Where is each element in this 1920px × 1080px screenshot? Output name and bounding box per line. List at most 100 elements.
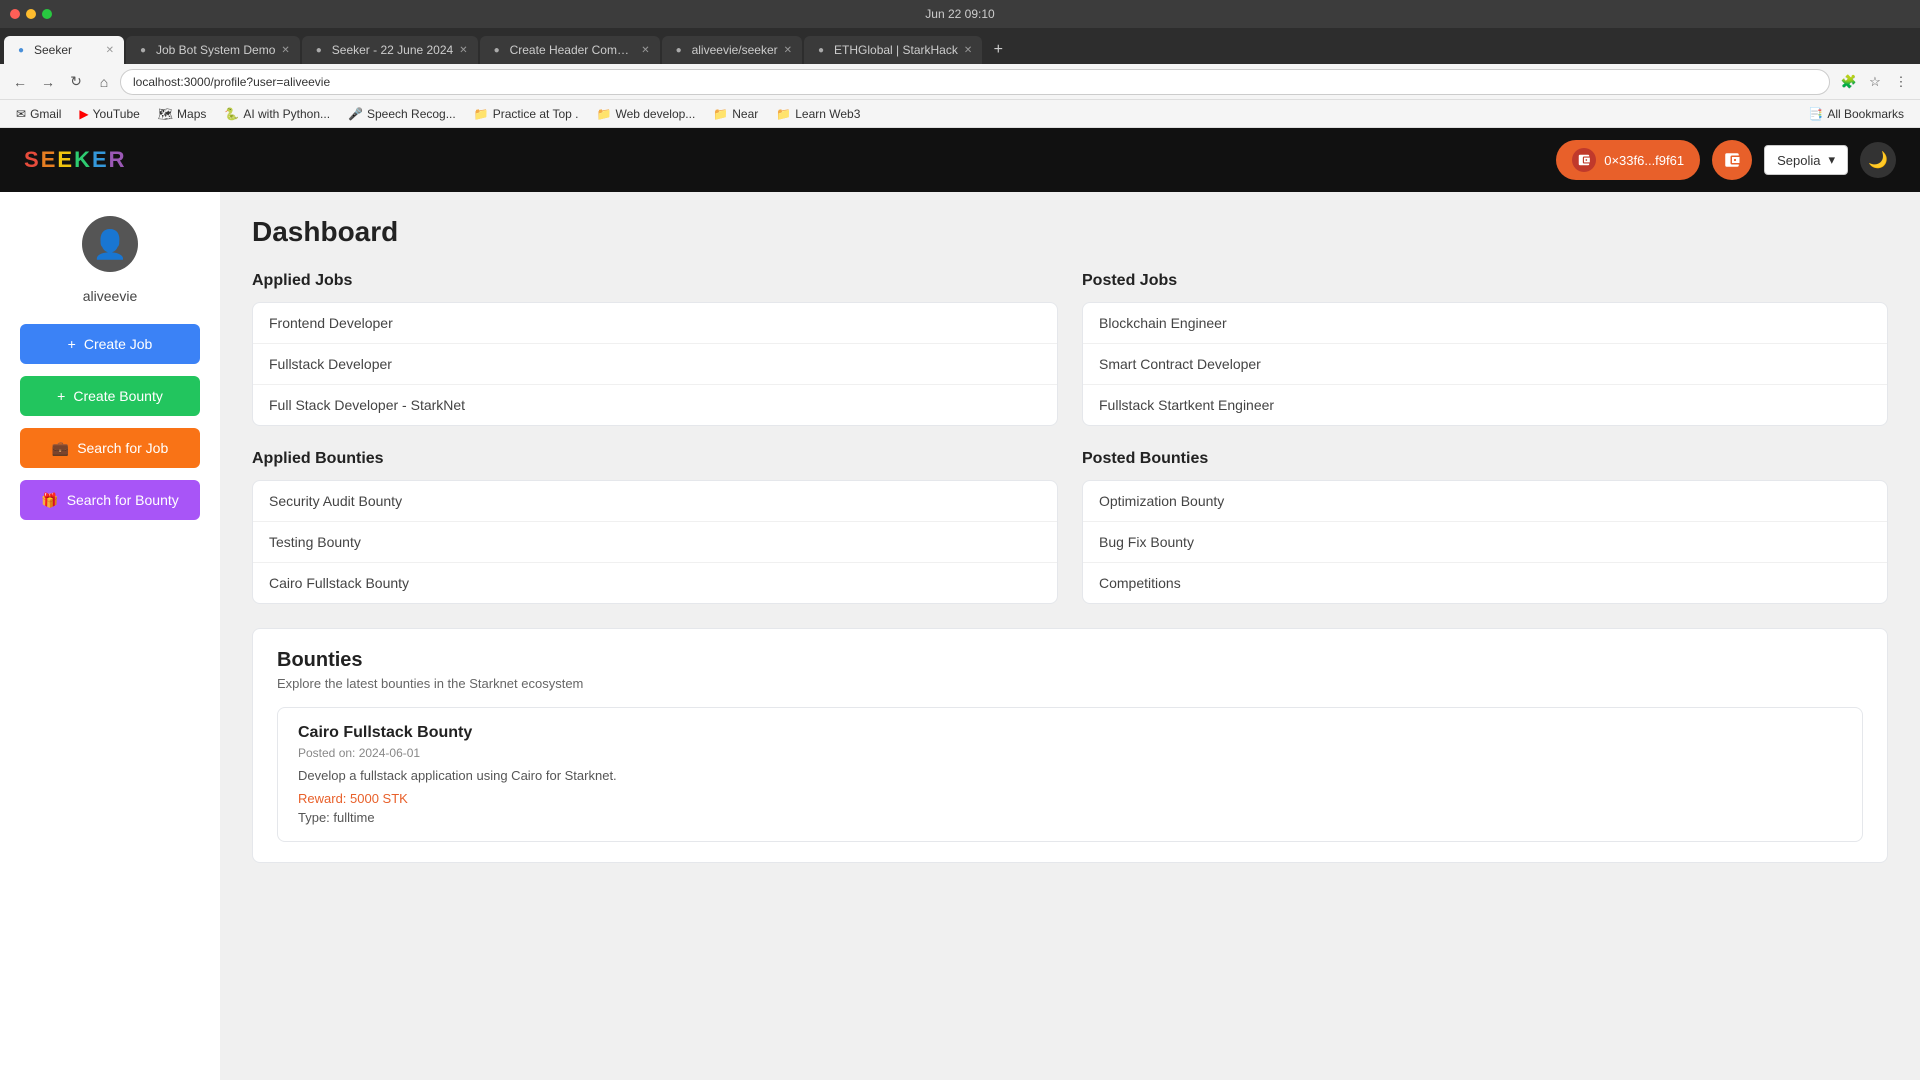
maps-icon: 🗺 — [158, 107, 173, 121]
list-item[interactable]: Optimization Bounty — [1083, 481, 1887, 522]
logo-letter-e3: E — [92, 147, 109, 172]
address-text: localhost:3000/profile?user=aliveevie — [133, 75, 330, 89]
list-item[interactable]: Blockchain Engineer — [1083, 303, 1887, 344]
nav-bar: ← → ↻ ⌂ localhost:3000/profile?user=aliv… — [0, 64, 1920, 100]
search-job-label: Search for Job — [77, 440, 168, 456]
search-bounty-button[interactable]: 🎁 Search for Bounty — [20, 480, 200, 520]
logo: SEEKER — [24, 147, 127, 173]
tab-close-icon[interactable]: ✕ — [964, 45, 972, 56]
maximize-dot[interactable] — [42, 9, 52, 19]
title-bar: Jun 22 09:10 — [0, 0, 1920, 28]
wallet-icon — [1572, 148, 1596, 172]
tab-close-icon[interactable]: ✕ — [281, 45, 289, 56]
app-header: SEEKER 0×33f6...f9f61 Sepolia ▾ 🌙 — [0, 128, 1920, 192]
tab-favicon: ● — [136, 43, 150, 57]
wallet-address: 0×33f6...f9f61 — [1604, 153, 1684, 168]
list-item[interactable]: Bug Fix Bounty — [1083, 522, 1887, 563]
search-bounty-label: Search for Bounty — [67, 492, 179, 508]
home-button[interactable]: ⌂ — [92, 70, 116, 94]
bookmark-all[interactable]: 📑 All Bookmarks — [1800, 105, 1912, 123]
close-dot[interactable] — [10, 9, 20, 19]
list-item[interactable]: Fullstack Developer — [253, 344, 1057, 385]
plus-icon: + — [57, 388, 65, 404]
applied-bounties-heading: Applied Bounties — [252, 450, 1058, 468]
search-job-button[interactable]: 💼 Search for Job — [20, 428, 200, 468]
wallet-button[interactable]: 0×33f6...f9f61 — [1556, 140, 1700, 180]
applied-jobs-heading: Applied Jobs — [252, 272, 1058, 290]
applied-bounties-section: Applied Bounties Security Audit Bounty T… — [252, 450, 1058, 604]
list-item[interactable]: Security Audit Bounty — [253, 481, 1057, 522]
tab-createheader[interactable]: ● Create Header Compon... ✕ — [480, 36, 660, 64]
back-button[interactable]: ← — [8, 70, 32, 94]
tab-jobbot[interactable]: ● Job Bot System Demo ✕ — [126, 36, 300, 64]
list-item[interactable]: Competitions — [1083, 563, 1887, 603]
extensions-icon[interactable]: 🧩 — [1838, 71, 1860, 93]
tab-favicon: ● — [814, 43, 828, 57]
bookmark-youtube[interactable]: ▶ YouTube — [71, 105, 147, 123]
dashboard-grid: Applied Jobs Frontend Developer Fullstac… — [252, 272, 1888, 604]
forward-button[interactable]: → — [36, 70, 60, 94]
tab-close-icon[interactable]: ✕ — [106, 45, 114, 56]
bookmark-maps[interactable]: 🗺 Maps — [150, 105, 215, 123]
applied-jobs-section: Applied Jobs Frontend Developer Fullstac… — [252, 272, 1058, 426]
list-item[interactable]: Cairo Fullstack Bounty — [253, 563, 1057, 603]
bookmark-near[interactable]: 📁 Near — [705, 105, 766, 123]
bookmark-learn-web3[interactable]: 📁 Learn Web3 — [768, 105, 868, 123]
tab-seeker[interactable]: ● Seeker ✕ — [4, 36, 124, 64]
list-item[interactable]: Full Stack Developer - StarkNet — [253, 385, 1057, 425]
logo-letter-s: S — [24, 147, 41, 172]
wallet-extra-button[interactable] — [1712, 140, 1752, 180]
list-item[interactable]: Testing Bounty — [253, 522, 1057, 563]
header-right: 0×33f6...f9f61 Sepolia ▾ 🌙 — [1556, 140, 1896, 180]
tab-label: aliveevie/seeker — [692, 43, 778, 57]
window-title: Jun 22 09:10 — [925, 7, 994, 21]
main-content: Dashboard Applied Jobs Frontend Develope… — [220, 192, 1920, 1080]
dark-mode-toggle[interactable]: 🌙 — [1860, 142, 1896, 178]
bookmark-gmail[interactable]: ✉ Gmail — [8, 105, 69, 123]
youtube-icon: ▶ — [79, 107, 88, 121]
tab-close-icon[interactable]: ✕ — [784, 45, 792, 56]
network-selector[interactable]: Sepolia ▾ — [1764, 145, 1848, 175]
tab-label: Create Header Compon... — [510, 43, 636, 57]
settings-icon[interactable]: ⋮ — [1890, 71, 1912, 93]
tab-label: Seeker - 22 June 2024 — [332, 43, 453, 57]
bookmark-web-develop[interactable]: 📁 Web develop... — [589, 105, 704, 123]
bookmarks-icon: 📑 — [1808, 107, 1823, 121]
tab-label: Seeker — [34, 43, 100, 57]
bounty-name: Cairo Fullstack Bounty — [298, 724, 1842, 742]
list-item[interactable]: Fullstack Startkent Engineer — [1083, 385, 1887, 425]
bookmark-practice[interactable]: 📁 Practice at Top . — [466, 105, 587, 123]
bookmark-star-icon[interactable]: ☆ — [1864, 71, 1886, 93]
chevron-down-icon: ▾ — [1828, 152, 1835, 168]
tab-seeker22[interactable]: ● Seeker - 22 June 2024 ✕ — [302, 36, 478, 64]
folder-icon: 📁 — [776, 107, 791, 121]
reload-button[interactable]: ↻ — [64, 70, 88, 94]
list-item[interactable]: Smart Contract Developer — [1083, 344, 1887, 385]
tab-favicon: ● — [490, 43, 504, 57]
bounties-title: Bounties — [277, 649, 1863, 672]
create-bounty-button[interactable]: + Create Bounty — [20, 376, 200, 416]
bookmark-speech-recog[interactable]: 🎤 Speech Recog... — [340, 105, 464, 123]
tabs-bar: ● Seeker ✕ ● Job Bot System Demo ✕ ● See… — [0, 28, 1920, 64]
avatar: 👤 — [82, 216, 138, 272]
user-icon: 👤 — [93, 228, 128, 261]
address-bar[interactable]: localhost:3000/profile?user=aliveevie — [120, 69, 1830, 95]
new-tab-button[interactable]: + — [984, 36, 1012, 64]
tab-close-icon[interactable]: ✕ — [459, 45, 467, 56]
posted-jobs-heading: Posted Jobs — [1082, 272, 1888, 290]
bookmarks-bar: ✉ Gmail ▶ YouTube 🗺 Maps 🐍 AI with Pytho… — [0, 100, 1920, 128]
page-title: Dashboard — [252, 216, 1888, 248]
create-job-button[interactable]: + Create Job — [20, 324, 200, 364]
ai-python-icon: 🐍 — [224, 107, 239, 121]
bounties-subtitle: Explore the latest bounties in the Stark… — [277, 676, 1863, 691]
bounty-reward: Reward: 5000 STK — [298, 791, 1842, 806]
minimize-dot[interactable] — [26, 9, 36, 19]
tab-close-icon[interactable]: ✕ — [641, 45, 649, 56]
bookmark-ai-python[interactable]: 🐍 AI with Python... — [216, 105, 338, 123]
list-item[interactable]: Frontend Developer — [253, 303, 1057, 344]
bounties-section: Bounties Explore the latest bounties in … — [252, 628, 1888, 863]
bounty-card[interactable]: Cairo Fullstack Bounty Posted on: 2024-0… — [277, 707, 1863, 842]
tab-aliveevie[interactable]: ● aliveevie/seeker ✕ — [662, 36, 802, 64]
username: aliveevie — [83, 288, 137, 304]
tab-ethglobal[interactable]: ● ETHGlobal | StarkHack ✕ — [804, 36, 982, 64]
